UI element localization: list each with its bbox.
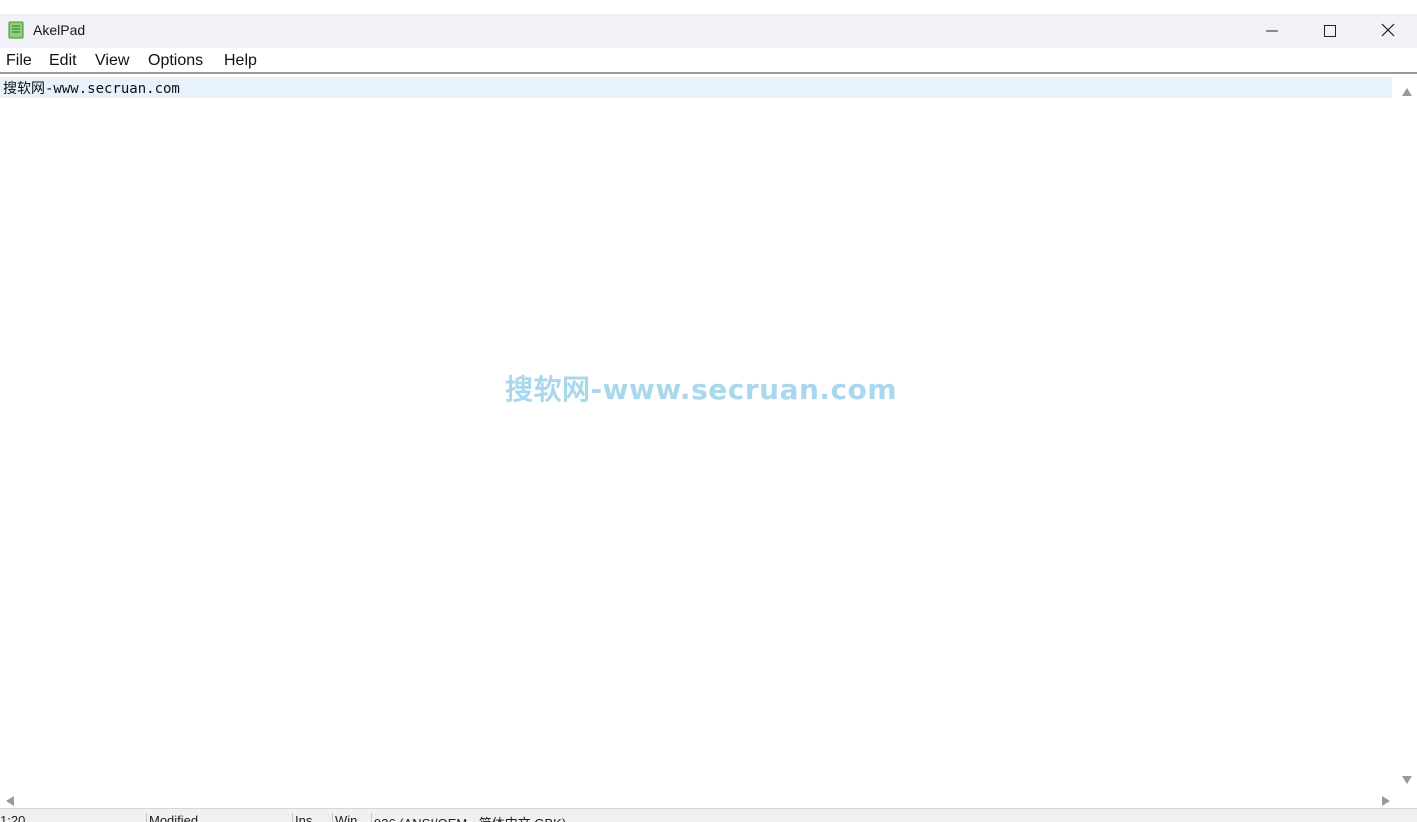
status-newline[interactable]: Win (332, 813, 370, 822)
maximize-icon (1324, 22, 1336, 41)
menu-help[interactable]: Help (224, 52, 257, 70)
menu-file[interactable]: File (6, 52, 32, 70)
current-line-highlight (0, 77, 1392, 98)
text-editor[interactable]: 搜软网-www.secruan.com (0, 76, 1397, 788)
minimize-icon (1266, 22, 1278, 41)
status-modified: Modified (146, 813, 290, 822)
watermark: 搜软网-www.secruan.com (505, 373, 898, 406)
scroll-down-icon[interactable] (1401, 770, 1413, 789)
editor-line[interactable]: 搜软网-www.secruan.com (3, 78, 180, 98)
vertical-scrollbar[interactable] (1397, 76, 1417, 788)
status-encoding[interactable]: 936 (ANSI/OEM - 简体中文 GBK) (371, 813, 871, 822)
menu-edit[interactable]: Edit (49, 52, 77, 70)
maximize-button[interactable] (1301, 14, 1359, 48)
status-bar: 1:20 Modified Ins Win 936 (ANSI/OEM - 简体… (0, 808, 1417, 822)
status-insert-mode[interactable]: Ins (292, 813, 330, 822)
minimize-button[interactable] (1243, 14, 1301, 48)
notepad-icon (7, 21, 27, 39)
menu-options[interactable]: Options (148, 52, 203, 70)
menu-bar: File Edit View Options Help (0, 48, 1417, 74)
close-icon (1381, 22, 1395, 41)
window-title: AkelPad (33, 22, 86, 38)
status-cursor-position: 1:20 (0, 813, 26, 822)
scroll-up-icon[interactable] (1401, 82, 1413, 101)
menu-view[interactable]: View (95, 52, 129, 70)
horizontal-scrollbar[interactable] (0, 788, 1397, 808)
close-button[interactable] (1359, 14, 1417, 48)
title-bar[interactable]: AkelPad (0, 14, 1417, 48)
